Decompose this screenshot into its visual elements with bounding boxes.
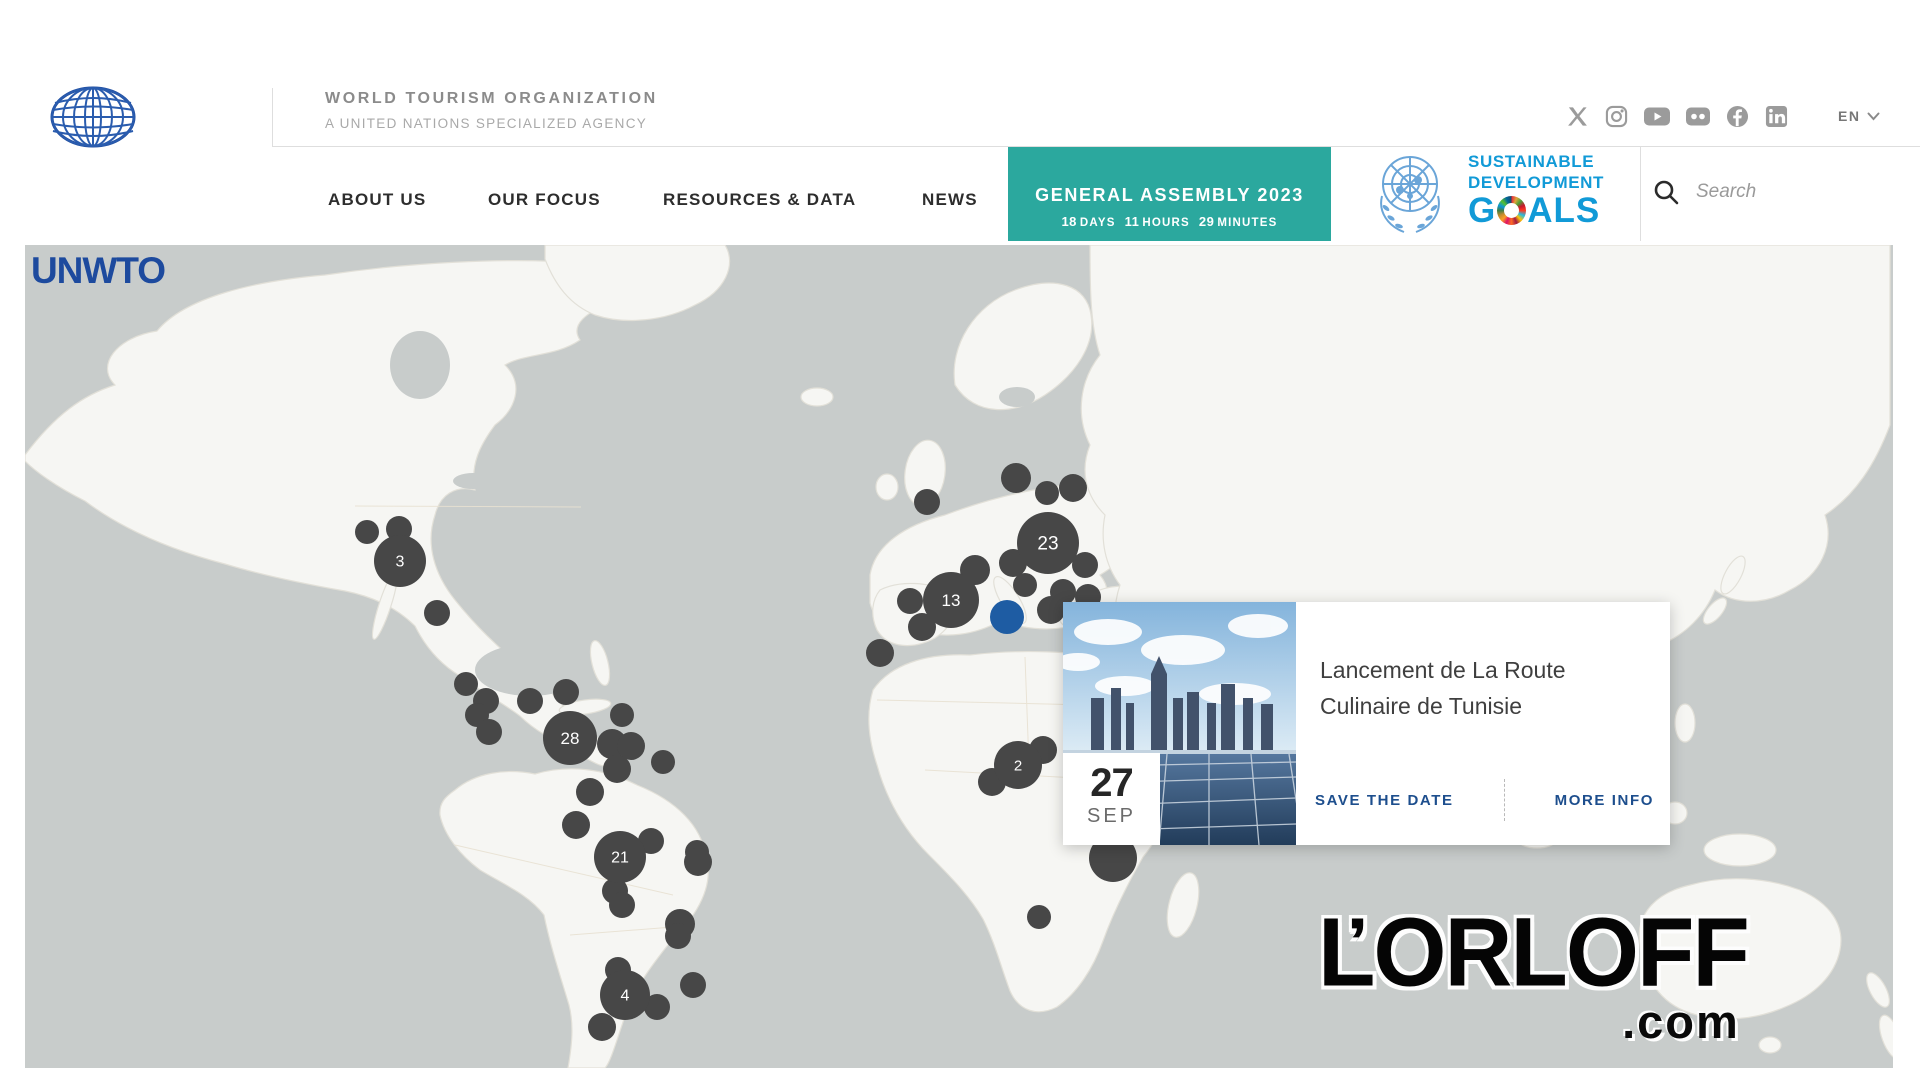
chevron-down-icon: [1867, 112, 1880, 121]
org-title: WORLD TOURISM ORGANIZATION: [325, 90, 658, 108]
map-marker[interactable]: [665, 923, 691, 949]
actions-divider: [1504, 779, 1505, 821]
map-cluster-count: 13: [942, 591, 961, 610]
search-bar: [1652, 178, 1886, 206]
map-selected-marker[interactable]: [990, 600, 1024, 634]
unwto-globe-icon: [28, 85, 168, 155]
map-marker[interactable]: [609, 892, 635, 918]
more-info-button[interactable]: MORE INFO: [1555, 792, 1654, 809]
social-links: [1566, 105, 1788, 128]
unwto-logo-word: UNWTO: [28, 250, 168, 292]
map-marker[interactable]: [424, 600, 450, 626]
youtube-icon[interactable]: [1644, 105, 1670, 128]
sdg-goals-als: ALS: [1527, 193, 1600, 228]
map-marker[interactable]: [588, 1013, 616, 1041]
general-assembly-title: GENERAL ASSEMBLY 2023: [1008, 185, 1331, 206]
event-date-month: SEP: [1063, 805, 1160, 828]
save-the-date-button[interactable]: SAVE THE DATE: [1315, 792, 1454, 809]
assembly-countdown: 18 DAYS 11HOURS 29MINUTES: [1008, 213, 1331, 231]
countdown-days-value: 18: [1061, 214, 1076, 229]
search-icon[interactable]: [1652, 178, 1680, 206]
map-marker[interactable]: [603, 755, 631, 783]
un-emblem-icon: [1374, 150, 1446, 245]
x-twitter-icon[interactable]: [1566, 105, 1589, 128]
event-date-day: 27: [1063, 763, 1160, 803]
event-date-box: 27 SEP: [1063, 753, 1160, 845]
map-marker[interactable]: [1001, 463, 1031, 493]
map-marker[interactable]: [576, 778, 604, 806]
map-marker[interactable]: [897, 588, 923, 614]
sdg-goals-g: G: [1468, 193, 1496, 228]
map-marker[interactable]: [684, 848, 712, 876]
event-popup-card: 27 SEP Lancement de La Route Culinaire d…: [1063, 602, 1670, 845]
map-cluster-count: 28: [561, 729, 580, 748]
site-header: UNWTO WORLD TOURISM ORGANIZATION A UNITE…: [0, 0, 1920, 245]
map-marker[interactable]: [680, 972, 706, 998]
general-assembly-banner[interactable]: GENERAL ASSEMBLY 2023 18 DAYS 11HOURS 29M…: [1008, 147, 1331, 241]
sdg-logo[interactable]: SUSTAINABLE DEVELOPMENT G ALS: [1468, 153, 1604, 228]
map-marker[interactable]: [1035, 481, 1059, 505]
map-marker[interactable]: [355, 520, 379, 544]
nav-news[interactable]: NEWS: [922, 190, 978, 210]
facebook-icon[interactable]: [1726, 105, 1749, 128]
nav-resources-data[interactable]: RESOURCES & DATA: [663, 190, 856, 210]
sdg-line2: DEVELOPMENT: [1468, 174, 1604, 191]
countdown-hours-unit: HOURS: [1142, 217, 1190, 229]
countdown-minutes-value: 29: [1199, 214, 1214, 229]
language-code: EN: [1838, 108, 1860, 124]
map-marker[interactable]: [454, 672, 478, 696]
countdown-minutes-unit: MINUTES: [1217, 217, 1277, 229]
language-selector[interactable]: EN: [1838, 108, 1880, 124]
map-marker[interactable]: [914, 489, 940, 515]
nav-our-focus[interactable]: OUR FOCUS: [488, 190, 601, 210]
map-marker[interactable]: [517, 688, 543, 714]
header-divider-vertical-right: [1640, 146, 1641, 241]
countdown-days-unit: DAYS: [1080, 217, 1116, 229]
map-cluster-count: 21: [611, 850, 629, 867]
header-divider-vertical-left: [272, 88, 273, 146]
map-cluster-count: 3: [396, 554, 405, 571]
map-marker[interactable]: [651, 750, 675, 774]
map-marker[interactable]: [476, 719, 502, 745]
map-marker[interactable]: [1027, 905, 1051, 929]
instagram-icon[interactable]: [1605, 105, 1628, 128]
map-marker[interactable]: [1037, 596, 1065, 624]
linkedin-icon[interactable]: [1765, 105, 1788, 128]
countdown-hours-value: 11: [1125, 214, 1140, 229]
event-actions: SAVE THE DATE MORE INFO: [1315, 779, 1654, 821]
map-cluster-count: 2: [1014, 757, 1022, 774]
org-subtitle: A UNITED NATIONS SPECIALIZED AGENCY: [325, 116, 647, 131]
flickr-icon[interactable]: [1686, 105, 1710, 128]
sdg-wheel-icon: [1497, 196, 1526, 225]
map-marker[interactable]: [1059, 474, 1087, 502]
sdg-line1: SUSTAINABLE: [1468, 153, 1604, 170]
map-marker[interactable]: [1013, 573, 1037, 597]
search-input[interactable]: [1696, 181, 1886, 203]
sdg-goals-row: G ALS: [1468, 193, 1604, 228]
nav-about-us[interactable]: ABOUT US: [328, 190, 426, 210]
event-title[interactable]: Lancement de La Route Culinaire de Tunis…: [1320, 652, 1630, 724]
map-cluster-count: 23: [1037, 534, 1058, 555]
map-marker[interactable]: [553, 679, 579, 705]
map-marker[interactable]: [610, 703, 634, 727]
unwto-logo[interactable]: UNWTO: [28, 85, 168, 210]
map-marker[interactable]: [562, 811, 590, 839]
map-marker[interactable]: [866, 639, 894, 667]
map-cluster-count: 4: [621, 988, 630, 1005]
